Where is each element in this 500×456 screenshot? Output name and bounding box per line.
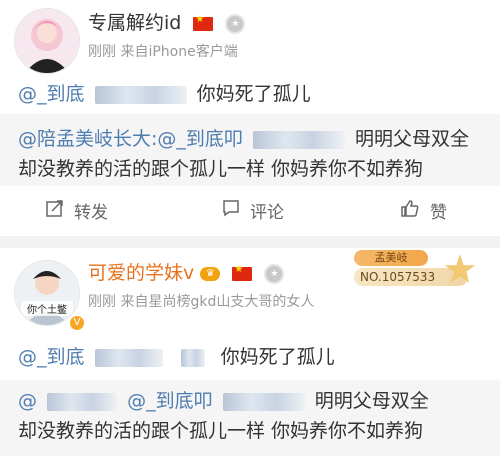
medal-icon: ★ — [225, 13, 246, 34]
comment-button[interactable]: 评论 — [222, 198, 284, 223]
repost-box[interactable]: @陪孟美岐长大:@_到底叩 明明父母双全 却没教养的活的跟个孤儿一样 你妈养你不… — [0, 114, 500, 186]
repost-mention[interactable]: @陪孟美岐长大:@_到底叩 — [18, 128, 243, 150]
comment-icon — [222, 199, 240, 222]
repost-mention[interactable]: @ — [18, 390, 37, 412]
fan-badge[interactable]: 孟美岐 NO.1057533 ★ — [346, 250, 480, 290]
avatar-image — [15, 9, 79, 73]
repost-line-1: @陪孟美岐长大:@_到底叩 明明父母双全 — [18, 124, 469, 151]
post-content: @_到底 你妈死了孤儿 — [18, 342, 335, 369]
china-flag-icon — [193, 14, 214, 31]
blurred-mosaic — [47, 392, 118, 411]
weibo-post-1: 专属解约id ★ 刚刚 来自iPhone客户端 @_到底 你妈死了孤儿 @陪孟美… — [0, 0, 500, 236]
post-content: @_到底 你妈死了孤儿 — [18, 79, 311, 106]
china-flag-icon — [232, 264, 253, 281]
like-label: 赞 — [430, 203, 447, 223]
verified-badge-icon: V — [68, 314, 86, 332]
like-icon — [400, 199, 420, 222]
post-meta: 刚刚 来自星尚榜gkd山支大哥的女人 — [88, 294, 315, 310]
repost-line-2: 却没教养的活的跟个孤儿一样 你妈养你不如养狗 — [18, 420, 424, 442]
repost-mention-2[interactable]: @_到底叩 — [127, 390, 213, 412]
blurred-mosaic — [94, 85, 187, 104]
content-text: 你妈死了孤儿 — [196, 83, 311, 105]
content-text: 你妈死了孤儿 — [220, 346, 335, 368]
crown-icon: ♛ — [200, 266, 221, 281]
username-text[interactable]: 可爱的学妹v — [88, 262, 194, 284]
mention-link[interactable]: @_到底 — [18, 83, 85, 105]
repost-line-2: 却没教养的活的跟个孤儿一样 你妈养你不如养狗 — [18, 158, 424, 180]
repost-button[interactable]: 转发 — [46, 198, 108, 223]
username[interactable]: 专属解约id ★ — [88, 8, 246, 35]
blurred-mosaic — [94, 348, 163, 367]
repost-line-1: @ @_到底叩 明明父母双全 — [18, 386, 429, 413]
medal-icon: ★ — [264, 263, 285, 284]
comment-label: 评论 — [250, 203, 284, 223]
username[interactable]: 可爱的学妹v ♛ ★ — [88, 258, 285, 285]
avatar[interactable] — [14, 8, 80, 74]
star-icon: ★ — [442, 247, 478, 293]
mention-link[interactable]: @_到底 — [18, 346, 85, 368]
repost-text: 明明父母双全 — [314, 390, 429, 412]
repost-text: 明明父母双全 — [355, 128, 470, 150]
repost-box[interactable]: @ @_到底叩 明明父母双全 却没教养的活的跟个孤儿一样 你妈养你不如养狗 — [0, 380, 500, 456]
weibo-post-2: 你个土鳖 V 可爱的学妹v ♛ ★ 刚刚 来自星尚榜gkd山支大哥的女人 孟美岐… — [0, 248, 500, 456]
fan-badge-title: 孟美岐 — [354, 250, 428, 266]
username-text[interactable]: 专属解约id — [88, 12, 181, 34]
blurred-mosaic — [222, 392, 305, 411]
like-button[interactable]: 赞 — [400, 198, 447, 223]
repost-icon — [46, 199, 64, 222]
action-bar: 转发 评论 赞 — [0, 186, 500, 236]
avatar-caption: 你个土鳖 — [21, 301, 73, 316]
blurred-mosaic — [180, 348, 205, 367]
post-meta: 刚刚 来自iPhone客户端 — [88, 44, 238, 60]
blurred-mosaic — [252, 130, 345, 149]
repost-label: 转发 — [74, 203, 108, 223]
